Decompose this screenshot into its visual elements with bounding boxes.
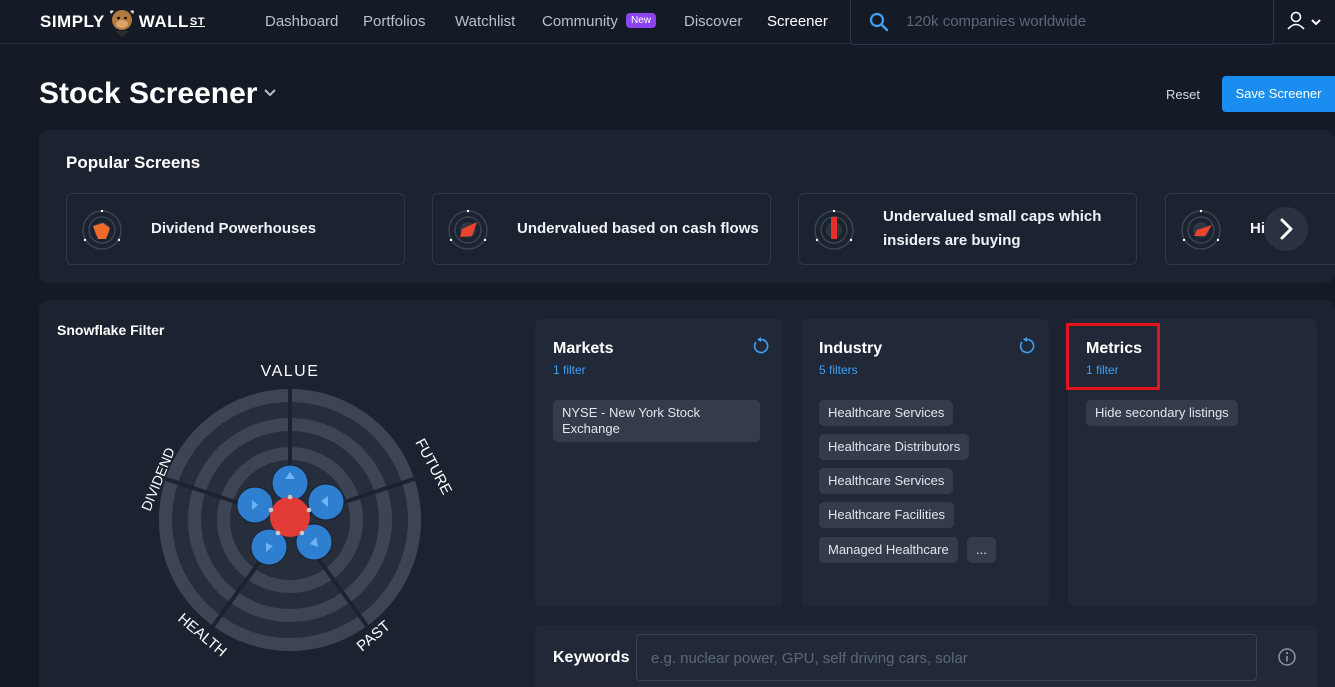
- industry-chip[interactable]: Managed Healthcare: [819, 537, 958, 563]
- industry-more-chip[interactable]: ...: [967, 537, 996, 563]
- markets-filter-card[interactable]: Markets 1 filter NYSE - New York Stock E…: [535, 319, 783, 606]
- logo-text-st: ST: [189, 16, 205, 28]
- markets-count: 1 filter: [553, 363, 586, 377]
- snowflake-icon: [814, 209, 854, 250]
- industry-count: 5 filters: [819, 363, 858, 377]
- nav-discover[interactable]: Discover: [684, 13, 742, 30]
- industry-chip[interactable]: Healthcare Facilities: [819, 502, 955, 528]
- metrics-highlight-box: [1066, 323, 1160, 390]
- market-chip[interactable]: NYSE - New York Stock Exchange: [553, 400, 760, 442]
- user-menu-icon[interactable]: [1286, 10, 1326, 34]
- info-icon[interactable]: [1277, 647, 1297, 667]
- axis-future: FUTURE: [411, 436, 455, 498]
- keywords-placeholder: e.g. nuclear power, GPU, self driving ca…: [651, 650, 968, 667]
- new-badge: New: [626, 13, 657, 28]
- popular-card-label-line1: Undervalued small caps which: [883, 208, 1102, 225]
- search-input[interactable]: 120k companies worldwide: [906, 13, 1086, 30]
- popular-card-label: Undervalued based on cash flows: [517, 220, 759, 237]
- metrics-chip[interactable]: Hide secondary listings: [1086, 400, 1238, 426]
- refresh-icon[interactable]: [752, 337, 770, 355]
- popular-card-label: Hi: [1250, 220, 1265, 237]
- axis-value: VALUE: [261, 363, 320, 380]
- save-screener-button[interactable]: Save Screener: [1222, 76, 1335, 112]
- chevron-right-icon[interactable]: [1264, 207, 1308, 251]
- snowflake-icon: [82, 209, 122, 250]
- keywords-section: Keywords e.g. nuclear power, GPU, self d…: [535, 625, 1317, 687]
- popular-card-undervalued-cash-flows[interactable]: Undervalued based on cash flows: [432, 193, 771, 265]
- search-box[interactable]: 120k companies worldwide: [850, 0, 1274, 45]
- popular-card-label-line2: insiders are buying: [883, 232, 1021, 249]
- popular-card-dividend-powerhouses[interactable]: Dividend Powerhouses: [66, 193, 405, 265]
- snowflake-filter-wheel[interactable]: VALUE FUTURE PAST HEALTH DIVIDEND: [130, 350, 460, 680]
- logo[interactable]: SIMPLY WALL ST: [40, 8, 205, 37]
- industry-filter-card[interactable]: Industry 5 filters Healthcare Services H…: [801, 319, 1049, 606]
- page-title: Stock Screener: [39, 77, 258, 110]
- refresh-icon[interactable]: [1018, 337, 1036, 355]
- industry-chip[interactable]: Healthcare Services: [819, 400, 954, 426]
- snowflake-filter-title: Snowflake Filter: [57, 322, 165, 338]
- nav-portfolios[interactable]: Portfolios: [363, 13, 426, 30]
- markets-title: Markets: [553, 340, 614, 357]
- industry-chip[interactable]: Healthcare Services: [819, 468, 954, 494]
- keywords-label: Keywords: [553, 649, 630, 666]
- popular-screens: Popular Screens Dividend Powerhouses Und…: [39, 130, 1335, 283]
- snowflake-icon: [1181, 209, 1221, 250]
- nav-screener[interactable]: Screener: [767, 13, 828, 30]
- nav-community[interactable]: Community: [542, 13, 618, 30]
- logo-text-left: SIMPLY: [40, 12, 105, 31]
- industry-chip[interactable]: Healthcare Distributors: [819, 434, 970, 460]
- top-nav: SIMPLY WALL ST Dashboard Portfolios Watc…: [0, 0, 1335, 45]
- market-chip-line2: Exchange: [562, 421, 620, 436]
- nav-watchlist[interactable]: Watchlist: [455, 13, 515, 30]
- keywords-input[interactable]: e.g. nuclear power, GPU, self driving ca…: [636, 634, 1257, 681]
- search-icon: [869, 12, 889, 32]
- industry-title: Industry: [819, 340, 883, 357]
- popular-card-undervalued-small-caps[interactable]: Undervalued small caps which insiders ar…: [798, 193, 1137, 265]
- popular-screens-title: Popular Screens: [66, 153, 201, 172]
- nav-dashboard[interactable]: Dashboard: [265, 13, 338, 30]
- chevron-down-icon[interactable]: [263, 86, 277, 100]
- bull-mascot-icon: [109, 10, 134, 37]
- popular-card-label: Dividend Powerhouses: [151, 220, 317, 237]
- market-chip-line1: NYSE - New York Stock: [562, 405, 700, 420]
- reset-button[interactable]: Reset: [1166, 87, 1200, 102]
- logo-text-right: WALL: [138, 12, 189, 31]
- popular-card-partial[interactable]: Hi: [1165, 193, 1335, 265]
- snowflake-icon: [448, 209, 488, 250]
